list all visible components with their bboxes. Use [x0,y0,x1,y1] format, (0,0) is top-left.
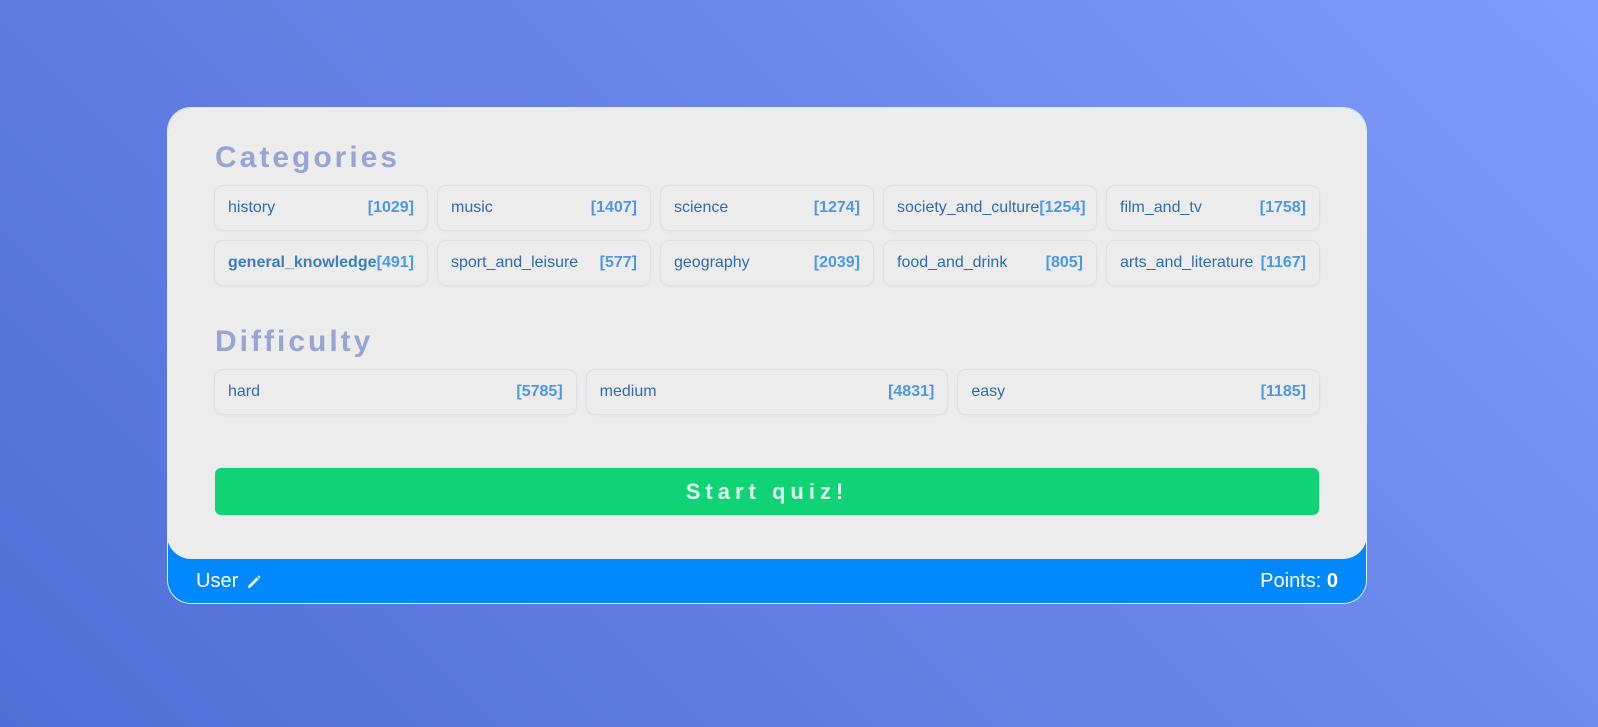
category-name: geography [674,254,750,271]
category-option-arts-and-literature[interactable]: arts_and_literature [1167] [1107,241,1319,285]
status-bar: User Points: 0 [168,559,1366,603]
category-name: film_and_tv [1120,199,1202,216]
difficulty-name: hard [228,383,261,400]
category-option-history[interactable]: history [1029] [215,186,427,230]
category-count: [1029] [367,199,414,216]
difficulty-name: medium [599,383,657,400]
category-option-music[interactable]: music [1407] [438,186,650,230]
category-count: [1758] [1259,199,1306,216]
points-display: Points: 0 [1260,570,1338,593]
category-name: history [228,199,276,216]
category-count: [491] [376,254,414,271]
category-option-general-knowledge[interactable]: general_knowledge [491] [215,241,427,285]
user-name-edit[interactable]: User [196,570,262,593]
category-count: [805] [1045,254,1083,271]
difficulty-count: [5785] [516,383,563,400]
difficulty-count: [1185] [1260,383,1306,400]
pencil-icon[interactable] [246,574,262,590]
category-count: [1274] [813,199,860,216]
category-option-food-and-drink[interactable]: food_and_drink [805] [884,241,1096,285]
category-name: sport_and_leisure [451,254,579,271]
quiz-panel: Categories history [1029] music [1407] s… [167,107,1367,604]
points-label: Points: [1260,570,1322,592]
category-count: [1407] [590,199,637,216]
category-option-sport-and-leisure[interactable]: sport_and_leisure [577] [438,241,650,285]
category-name: arts_and_literature [1120,254,1254,271]
category-name: science [674,199,729,216]
difficulty-name: easy [971,383,1006,400]
category-option-science[interactable]: science [1274] [661,186,873,230]
category-option-geography[interactable]: geography [2039] [661,241,873,285]
categories-heading: Categories [215,141,401,174]
points-value: 0 [1326,570,1338,592]
category-count: [2039] [813,254,860,271]
category-count: [1254] [1039,199,1086,216]
category-option-film-and-tv[interactable]: film_and_tv [1758] [1107,186,1319,230]
category-count: [577] [599,254,637,271]
category-name: music [451,199,493,216]
difficulty-option-easy[interactable]: easy [1185] [958,370,1319,414]
category-count: [1167] [1260,254,1306,271]
difficulty-heading: Difficulty [215,325,374,358]
user-name: User [196,570,239,592]
difficulty-option-hard[interactable]: hard [5785] [215,370,576,414]
start-quiz-button[interactable]: Start quiz! [215,468,1319,515]
category-name: society_and_culture [897,199,1040,216]
category-name: general_knowledge [228,254,377,271]
quiz-setup-card: Categories history [1029] music [1407] s… [168,108,1366,559]
difficulty-grid: hard [5785] medium [4831] easy [1185] [215,370,1319,414]
difficulty-count: [4831] [888,383,935,400]
category-option-society-and-culture[interactable]: society_and_culture [1254] [884,186,1096,230]
category-name: food_and_drink [897,254,1008,271]
categories-grid: history [1029] music [1407] science [127… [215,186,1319,285]
difficulty-option-medium[interactable]: medium [4831] [586,370,948,414]
